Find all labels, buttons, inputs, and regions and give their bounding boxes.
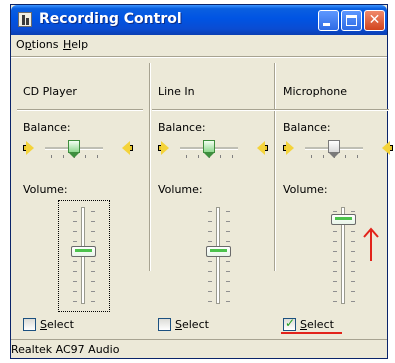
balance-thumb[interactable]: [68, 140, 80, 158]
select-label: Select: [300, 318, 334, 331]
balance-thumb[interactable]: [203, 140, 215, 158]
speaker-left-icon: [283, 141, 295, 155]
mixer-panel: CD Player Balance: Volume: Select: [17, 59, 143, 331]
close-icon: ✕: [368, 12, 381, 28]
mixer-panel: Microphone Balance: Volume: ✓ Select: [277, 59, 395, 331]
balance-slider[interactable]: [283, 139, 395, 161]
balance-label: Balance:: [158, 121, 206, 134]
volume-label: Volume:: [23, 183, 68, 196]
recording-control-window: Recording Control ✕ Options Help CD Play…: [10, 4, 393, 359]
speaker-left-icon: [158, 141, 170, 155]
balance-slider[interactable]: [23, 139, 141, 161]
volume-slider[interactable]: [58, 200, 110, 312]
checkbox-box[interactable]: [23, 318, 36, 331]
menu-bar: Options Help: [11, 36, 387, 54]
balance-label: Balance:: [283, 121, 331, 134]
volume-thumb[interactable]: [331, 213, 356, 225]
menu-divider: [11, 56, 387, 57]
volume-label: Volume:: [158, 183, 203, 196]
mixer-panel: Line In Balance: Volume: Select: [152, 59, 278, 331]
panel-separator: [149, 63, 150, 271]
balance-slider[interactable]: [158, 139, 276, 161]
volume-thumb[interactable]: [71, 245, 96, 257]
balance-label: Balance:: [23, 121, 71, 134]
speaker-right-icon: [256, 141, 268, 155]
checkbox-box[interactable]: ✓: [283, 316, 296, 331]
menu-help[interactable]: Help: [63, 38, 88, 51]
speaker-right-icon: [381, 141, 393, 155]
channel-header-divider: [152, 109, 278, 110]
channel-name: Microphone: [283, 85, 348, 98]
status-bar: Realtek AC97 Audio: [11, 339, 387, 358]
minimize-button[interactable]: [318, 10, 339, 31]
menu-options[interactable]: Options: [16, 38, 58, 51]
annotation-underline: [281, 332, 342, 334]
title-bar[interactable]: Recording Control ✕: [11, 5, 387, 35]
speaker-left-icon: [23, 141, 35, 155]
select-label: Select: [40, 318, 74, 331]
volume-slider[interactable]: [194, 201, 244, 311]
speaker-app-icon[interactable]: [18, 12, 32, 27]
volume-thumb[interactable]: [206, 245, 231, 257]
status-text: Realtek AC97 Audio: [11, 343, 120, 356]
channel-header-divider: [17, 109, 143, 110]
balance-thumb[interactable]: [328, 140, 340, 158]
close-button[interactable]: ✕: [364, 10, 385, 31]
volume-label: Volume:: [283, 183, 328, 196]
channel-name: CD Player: [23, 85, 77, 98]
annotation-arrow-icon: [363, 227, 379, 261]
maximize-button[interactable]: [341, 10, 362, 31]
select-label: Select: [175, 318, 209, 331]
checkbox-box[interactable]: [158, 318, 171, 331]
speaker-right-icon: [121, 141, 133, 155]
window-title: Recording Control: [39, 11, 182, 27]
channel-name: Line In: [158, 85, 195, 98]
channel-header-divider: [277, 109, 389, 110]
checkmark-icon: ✓: [285, 316, 296, 330]
